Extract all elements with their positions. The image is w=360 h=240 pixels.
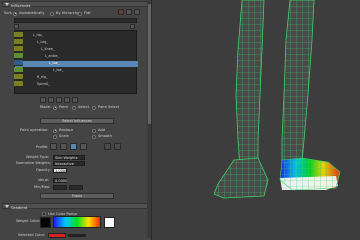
left-leg-wireframe: [235, 0, 265, 169]
selected-color-swatch[interactable]: [48, 233, 66, 238]
lock-icon[interactable]: [14, 32, 23, 38]
section-title: Gradient: [11, 204, 28, 210]
mode-paint-radio[interactable]: [53, 105, 57, 110]
add-label: Add: [98, 128, 105, 132]
app-window: Influences Sort: Alphabetically By Hiera…: [0, 0, 360, 240]
influence-filter-input[interactable]: [14, 18, 137, 23]
influence-tree[interactable]: L_hip_ L_Leg_ L_Knee_ L_ankle_ L_toe_ L_…: [14, 30, 138, 94]
paint-operation-label: Paint operation:: [20, 128, 49, 132]
min-input[interactable]: [53, 185, 67, 190]
folder-icon[interactable]: [114, 143, 121, 150]
normalize-select[interactable]: Interactive: [53, 161, 85, 166]
value-input[interactable]: 0.0000: [53, 178, 67, 183]
scale-label: Scale: [59, 134, 69, 138]
lock-icon[interactable]: [14, 81, 23, 87]
unlock-all-icon[interactable]: [56, 97, 62, 103]
weight-color-ramp[interactable]: [53, 216, 101, 228]
paint-skin-weights-panel: Influences Sort: Alphabetically By Hiera…: [0, 0, 152, 240]
tree-item[interactable]: L_Knee_: [15, 47, 138, 53]
max-input[interactable]: [69, 185, 83, 190]
influences-section-header[interactable]: Influences: [2, 1, 150, 8]
tree-item[interactable]: Spine0_: [15, 82, 138, 88]
opacity-label: Opacity:: [36, 168, 51, 172]
profile-solid-icon[interactable]: [70, 143, 77, 150]
collapse-triangle-icon: [5, 3, 9, 6]
sort-hierarchy-radio[interactable]: [50, 11, 54, 16]
search-icon[interactable]: [14, 24, 19, 29]
use-color-ramp-checkbox[interactable]: [42, 212, 46, 216]
lock-icon[interactable]: [14, 60, 23, 66]
ramp-end-swatch[interactable]: [104, 217, 115, 228]
tree-item-selected[interactable]: L_toe_: [15, 61, 138, 67]
section-title: Influences: [11, 2, 31, 8]
settings-icon[interactable]: [134, 9, 140, 15]
profile-soft-icon[interactable]: [60, 143, 67, 150]
weight-type-select[interactable]: Skin Weights: [53, 155, 85, 160]
remove-icon[interactable]: [118, 9, 124, 15]
sort-hierarchy-label: By Hierarchy: [56, 11, 80, 15]
lock-column: [14, 30, 23, 94]
mesh-view: [213, 0, 341, 199]
replace-radio[interactable]: [53, 128, 57, 133]
mode-paint-label: Paint: [59, 105, 68, 109]
tree-item[interactable]: L_Leg_: [15, 40, 138, 46]
tree-item[interactable]: R_hip_: [15, 75, 138, 81]
mirror-icon[interactable]: [64, 97, 70, 103]
value-label: Value:: [38, 178, 50, 182]
mode-select-radio[interactable]: [72, 105, 76, 110]
collapse-triangle-icon: [5, 205, 9, 208]
right-foot-wireframe: [279, 157, 341, 191]
mode-paint-select-radio[interactable]: [92, 105, 96, 110]
gradient-section-header[interactable]: Gradient: [2, 203, 150, 210]
panel-scrollbar[interactable]: [147, 2, 151, 238]
profile-square-icon[interactable]: [80, 143, 87, 150]
filter-icon[interactable]: [126, 9, 132, 15]
mode-label: Mode:: [40, 105, 52, 109]
flood-button[interactable]: Flood: [40, 193, 114, 199]
lock-all-icon[interactable]: [48, 97, 54, 103]
opacity-input[interactable]: 1.0000: [53, 168, 67, 173]
sort-alpha-radio[interactable]: [13, 11, 17, 16]
left-foot-wireframe: [213, 157, 269, 199]
selected-color-label: Selected Color:: [18, 233, 46, 237]
copy-icon[interactable]: [72, 97, 78, 103]
chevron-down-icon[interactable]: [130, 24, 135, 29]
smooth-radio[interactable]: [92, 134, 96, 139]
add-radio[interactable]: [92, 128, 96, 133]
right-leg-wireframe: [281, 0, 315, 169]
profile-label: Profile:: [36, 145, 49, 149]
normalize-label: Normalize Weights:: [16, 161, 51, 165]
lock-icon[interactable]: [14, 39, 23, 45]
sort-flat-label: Flat: [84, 11, 91, 15]
brush-image-icon[interactable]: [104, 143, 111, 150]
lock-icon[interactable]: [14, 46, 23, 52]
weight-color-swatch[interactable]: [40, 217, 51, 228]
mode-select-label: Select: [78, 105, 90, 109]
profile-gaussian-icon[interactable]: [50, 143, 57, 150]
sort-alpha-label: Alphabetically: [19, 11, 45, 15]
select-influences-button[interactable]: Select Influences: [40, 118, 114, 124]
tree-item[interactable]: L_ankle_: [15, 54, 138, 60]
replace-label: Replace: [59, 128, 74, 132]
lock-icon[interactable]: [14, 74, 23, 80]
paint-brush-icon[interactable]: [40, 97, 46, 103]
sort-label: Sort:: [4, 11, 13, 15]
smooth-label: Smooth: [98, 134, 112, 138]
selected-color-slider[interactable]: [68, 234, 86, 237]
lock-icon[interactable]: [14, 67, 23, 73]
sort-flat-radio[interactable]: [78, 11, 82, 16]
min-max-label: Min/Max:: [34, 185, 51, 189]
scrollbar-thumb[interactable]: [147, 4, 151, 124]
tree-item[interactable]: L_toe_: [15, 68, 138, 74]
mode-paint-select-label: Paint Select: [98, 105, 120, 109]
scale-radio[interactable]: [53, 134, 57, 139]
tree-item[interactable]: L_hip_: [15, 33, 138, 39]
lock-icon[interactable]: [14, 53, 23, 59]
weight-type-label: Weight Type:: [26, 155, 50, 159]
weight-color-label: Weight Color:: [16, 219, 41, 223]
3d-viewport[interactable]: [152, 0, 360, 240]
